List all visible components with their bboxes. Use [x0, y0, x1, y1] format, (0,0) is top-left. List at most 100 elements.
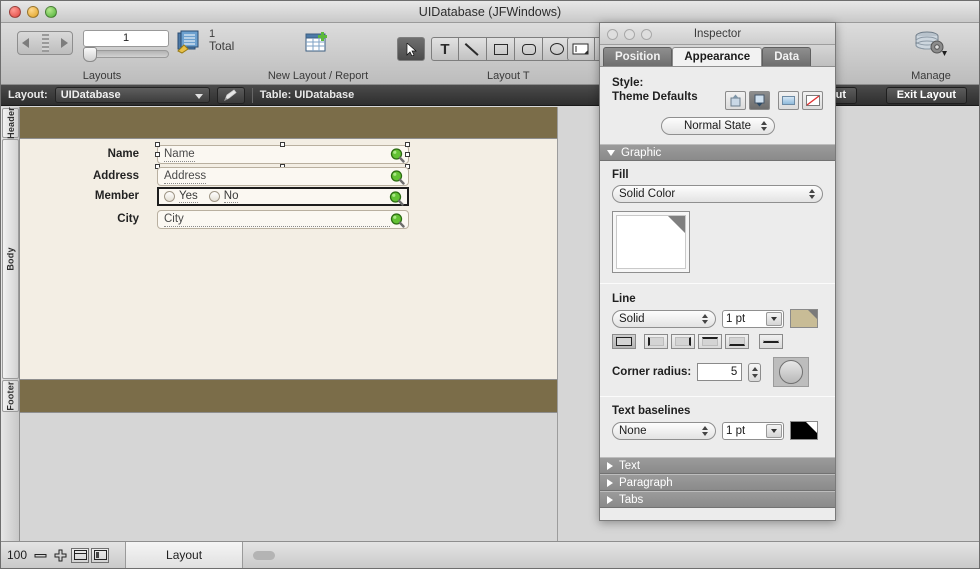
baseline-width-dropdown-arrow[interactable]	[766, 423, 782, 438]
tab-appearance[interactable]: Appearance	[672, 47, 763, 66]
rectangle-tool[interactable]	[487, 37, 515, 61]
section-tabs[interactable]: Tabs	[600, 491, 835, 508]
line-width-dropdown-arrow[interactable]	[766, 311, 782, 326]
status-sidebar-toggle-button[interactable]	[91, 547, 110, 563]
no-fill-button[interactable]	[802, 91, 823, 110]
inspector-minimize-button[interactable]	[624, 29, 635, 40]
layout-select[interactable]: UIDatabase	[54, 87, 210, 103]
handle-top-left[interactable]	[155, 142, 160, 147]
border-left-button[interactable]	[644, 334, 668, 349]
baseline-width-combo[interactable]: 1 pt	[722, 421, 784, 440]
pointer-tool-group	[397, 37, 425, 61]
handle-top-center[interactable]	[280, 142, 285, 147]
part-tab-body[interactable]: Body	[2, 139, 19, 379]
new-layout-caption: New Layout / Report	[267, 70, 369, 82]
radio-icon-yes[interactable]	[164, 191, 175, 202]
quick-find-icon-member[interactable]	[389, 191, 404, 209]
baseline-style-popup[interactable]: None	[612, 421, 716, 440]
layout-slider-knob[interactable]	[83, 47, 97, 62]
section-graphic-label: Graphic	[621, 146, 662, 159]
chevron-right-icon-paragraph	[607, 478, 613, 487]
revert-style-button[interactable]	[725, 91, 746, 110]
radio-option-no[interactable]: No	[208, 190, 239, 203]
field-box-member[interactable]: Yes No	[157, 187, 409, 206]
header-band[interactable]	[20, 107, 557, 138]
border-all-button[interactable]	[612, 334, 636, 349]
manage-database-icon	[914, 31, 948, 60]
handle-mid-left[interactable]	[155, 152, 160, 157]
field-tool[interactable]	[567, 37, 595, 61]
quick-find-icon-name[interactable]	[390, 148, 405, 166]
layout-nav-buttons[interactable]	[17, 31, 73, 55]
footer-band[interactable]	[20, 380, 557, 412]
line-style-arrows	[702, 313, 708, 324]
state-popup[interactable]: Normal State	[660, 117, 775, 135]
quick-find-icon-city[interactable]	[390, 213, 405, 231]
line-style-popup[interactable]: Solid	[612, 309, 716, 328]
corner-radius-preview[interactable]	[773, 357, 810, 387]
section-text-label: Text	[619, 459, 641, 472]
corner-radius-stepper[interactable]	[748, 362, 762, 382]
field-box-name[interactable]: Name	[157, 145, 409, 164]
status-toolbar-toggle-button[interactable]	[71, 547, 90, 563]
radio-option-yes[interactable]: Yes	[164, 190, 198, 203]
next-layout-icon[interactable]	[61, 38, 68, 48]
minimize-window-button[interactable]	[27, 6, 39, 18]
previous-layout-icon[interactable]	[22, 38, 29, 48]
border-bottom-button[interactable]	[725, 334, 749, 349]
handle-mid-right[interactable]	[405, 152, 410, 157]
manage-button[interactable]: Manage	[895, 23, 967, 85]
field-label-city: City	[117, 213, 139, 225]
tab-position[interactable]: Position	[603, 47, 673, 66]
rounded-rectangle-tool[interactable]	[515, 37, 543, 61]
field-box-city[interactable]: City	[157, 210, 409, 229]
corner-radius-row: Corner radius: 5	[612, 357, 823, 387]
baseline-width-value: 1 pt	[726, 424, 746, 437]
baseline-color-swatch[interactable]	[790, 421, 818, 440]
border-top-button[interactable]	[698, 334, 722, 349]
zoom-in-button[interactable]	[51, 548, 69, 563]
line-tool[interactable]	[459, 37, 487, 61]
tab-data[interactable]: Data	[762, 47, 812, 66]
pointer-tool[interactable]	[397, 37, 425, 61]
radio-icon-no[interactable]	[208, 191, 220, 202]
layout-slider[interactable]	[83, 47, 169, 62]
new-layout-icon	[304, 31, 332, 55]
horizontal-scrollbar[interactable]	[253, 550, 276, 560]
state-popup-value: Normal State	[683, 120, 752, 132]
handle-top-right[interactable]	[405, 142, 410, 147]
baseline-style-value: None	[619, 424, 647, 437]
exit-layout-button[interactable]: Exit Layout	[885, 86, 967, 104]
layout-number-input[interactable]: 1	[83, 30, 169, 47]
part-tab-header[interactable]: Header	[2, 107, 19, 139]
save-style-button[interactable]	[749, 91, 770, 110]
line-swatch-corner	[808, 310, 817, 319]
section-graphic[interactable]: Graphic	[600, 144, 835, 161]
inspector-close-button[interactable]	[607, 29, 618, 40]
zoom-out-button[interactable]	[31, 548, 49, 563]
text-tool[interactable]: T	[431, 37, 459, 61]
inspector-palette: Inspector Position Appearance Data Style…	[599, 22, 836, 521]
footer-divider[interactable]	[20, 412, 557, 413]
inspector-zoom-button[interactable]	[641, 29, 652, 40]
corner-radius-input[interactable]: 5	[697, 363, 743, 381]
canvas-right-edge	[557, 107, 558, 541]
field-value-address: Address	[164, 169, 207, 184]
part-tab-footer[interactable]: Footer	[2, 380, 19, 412]
fill-type-popup[interactable]: Solid Color	[612, 185, 823, 203]
field-box-address[interactable]: Address	[157, 167, 409, 186]
quick-find-icon-address[interactable]	[390, 170, 405, 188]
layout-mode-tab[interactable]: Layout	[125, 542, 244, 568]
close-window-button[interactable]	[9, 6, 21, 18]
line-width-combo[interactable]: 1 pt	[722, 309, 784, 328]
line-color-swatch[interactable]	[790, 309, 818, 328]
fill-color-button[interactable]	[778, 91, 799, 110]
border-right-button[interactable]	[671, 334, 695, 349]
new-layout-report-button[interactable]: New Layout / Report	[241, 23, 395, 85]
fill-color-swatch[interactable]	[612, 211, 690, 273]
zoom-window-button[interactable]	[45, 6, 57, 18]
section-text[interactable]: Text	[600, 457, 835, 474]
border-baseline-button[interactable]	[759, 334, 783, 349]
section-paragraph[interactable]: Paragraph	[600, 474, 835, 491]
edit-layout-button[interactable]	[216, 86, 245, 104]
